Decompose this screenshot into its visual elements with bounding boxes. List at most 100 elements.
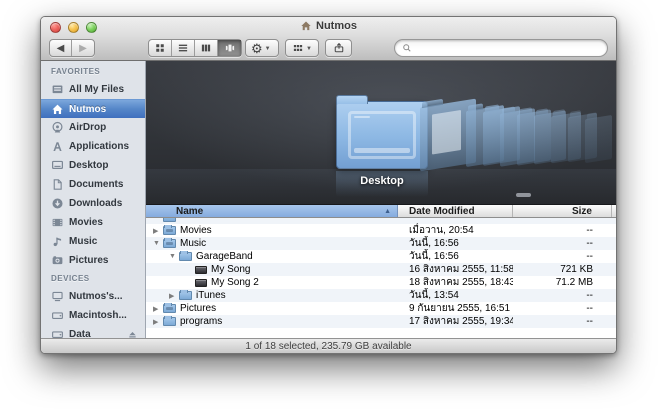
title-bar[interactable]: Nutmos (41, 17, 616, 37)
search-field[interactable] (394, 39, 608, 57)
disclosure-triangle[interactable]: ▼ (169, 253, 179, 260)
garageband-file-icon (195, 278, 207, 287)
column-header-date-modified[interactable]: Date Modified (398, 205, 513, 217)
sidebar-item-music[interactable]: Music (41, 232, 145, 251)
sidebar-item-airdrop[interactable]: AirDrop (41, 118, 145, 137)
sidebar-item-movies[interactable]: Movies (41, 213, 145, 232)
column-header-name[interactable]: Name ▲ (146, 205, 398, 217)
size-cell: -- (586, 238, 593, 249)
list-header: Name ▲ Date Modified Size (146, 205, 616, 218)
sidebar-item-label: Data (69, 329, 91, 338)
folder-music-icon (163, 238, 176, 248)
column-view-button[interactable] (195, 40, 218, 56)
sidebar-item-label: AirDrop (69, 122, 107, 133)
size-cell: -- (586, 303, 593, 314)
size-cell: 71.2 MB (555, 277, 593, 288)
file-list: ▶ Movies เมื่อวาน, 20:54 -- ▼ Music วันนี้, 16… (146, 218, 616, 338)
window-chrome: Nutmos ◀ ▶ ⚙ ▼ ▼ (41, 17, 616, 61)
sidebar-item-macintosh[interactable]: Macintosh... (41, 306, 145, 325)
name-cell: ▶ Pictures (146, 303, 398, 314)
applications-icon (51, 140, 64, 153)
table-row-garageband[interactable]: ▼ GarageBand วันนี้, 16:56 -- (146, 250, 616, 263)
main-pane: Desktop Name ▲ Date Modified Size ▶ Movi… (146, 61, 616, 338)
cover-flow-background-item[interactable] (420, 98, 476, 172)
toolbar: ◀ ▶ ⚙ ▼ ▼ (41, 37, 616, 61)
size-cell: -- (586, 316, 593, 327)
icon-view-button[interactable] (149, 40, 172, 56)
sidebar-item-label: Applications (69, 141, 130, 152)
sidebar-item-all-my-files[interactable]: All My Files (41, 80, 145, 99)
disclosure-triangle[interactable]: ▶ (153, 227, 163, 235)
desktop-folder-icon[interactable] (336, 95, 428, 169)
hard-drive-icon (51, 309, 64, 322)
folder-movies-icon (163, 225, 176, 235)
cover-flow-item-label: Desktop (360, 175, 404, 187)
file-name: GarageBand (196, 251, 253, 262)
back-button[interactable]: ◀ (50, 40, 72, 56)
arrange-menu-button[interactable]: ▼ (285, 39, 319, 57)
sidebar-item-nutmos[interactable]: Nutmos (41, 99, 145, 118)
file-name: Music (180, 238, 207, 249)
sidebar-item-label: Music (69, 236, 98, 247)
name-cell: ▼ GarageBand (146, 251, 398, 262)
cover-flow-scroll-handle[interactable] (516, 193, 531, 197)
sidebar-item-label: All My Files (69, 84, 125, 95)
disclosure-triangle[interactable]: ▶ (169, 292, 179, 300)
sidebar-item-desktop[interactable]: Desktop (41, 156, 145, 175)
view-mode-control (148, 39, 242, 57)
cover-flow-view[interactable]: Desktop (146, 61, 616, 205)
cover-flow-view-icon (224, 42, 236, 54)
status-bar: 1 of 18 selected, 235.79 GB available (41, 338, 616, 353)
desktop-background: Nutmos ◀ ▶ ⚙ ▼ ▼ FAVORITES All My Files … (0, 0, 660, 412)
size-cell: 721 KB (560, 264, 593, 275)
desktop-emblem (348, 111, 416, 159)
sidebar-item-pictures[interactable]: Pictures (41, 251, 145, 270)
garageband-file-icon (195, 265, 207, 274)
table-row-my-song[interactable]: My Song 16 สิงหาคม 2555, 11:58 721 KB (146, 263, 616, 276)
name-cell: My Song 2 (146, 277, 398, 288)
sidebar-item-documents[interactable]: Documents (41, 175, 145, 194)
folder-icon (179, 251, 192, 261)
sidebar-section-devices: DEVICES (51, 274, 90, 283)
disclosure-triangle[interactable]: ▼ (153, 240, 163, 247)
sidebar-item-label: Pictures (69, 255, 109, 266)
documents-icon (51, 178, 64, 191)
status-text: 1 of 18 selected, 235.79 GB available (245, 341, 412, 352)
column-header-size[interactable]: Size (513, 205, 612, 217)
table-row-my-song-2[interactable]: My Song 2 18 สิงหาคม 2555, 18:43 71.2 MB (146, 276, 616, 289)
disclosure-triangle[interactable]: ▶ (153, 305, 163, 313)
sidebar-item-label: Macintosh... (69, 310, 127, 321)
table-row-movies[interactable]: ▶ Movies เมื่อวาน, 20:54 -- (146, 224, 616, 237)
sidebar-item-label: Documents (69, 179, 124, 190)
sidebar: FAVORITES All My Files Nutmos AirDrop Applic… (41, 61, 146, 338)
cover-flow-view-button[interactable] (218, 40, 241, 56)
name-cell: ▶ iTunes (146, 290, 398, 301)
chevron-down-icon: ▼ (306, 46, 312, 52)
name-cell: ▼ Music (146, 238, 398, 249)
content-area: FAVORITES All My Files Nutmos AirDrop Applic… (41, 61, 616, 338)
share-button[interactable] (325, 39, 352, 57)
sidebar-item-downloads[interactable]: Downloads (41, 194, 145, 213)
file-name: iTunes (196, 290, 226, 301)
list-view-button[interactable] (172, 40, 195, 56)
eject-icon[interactable] (127, 329, 138, 338)
gear-icon: ⚙ (251, 40, 263, 56)
home-icon (300, 20, 312, 32)
table-row-music[interactable]: ▼ Music วันนี้, 16:56 -- (146, 237, 616, 250)
table-row-clipped[interactable] (146, 218, 616, 224)
sidebar-item-nutmos-s[interactable]: Nutmos's... (41, 287, 145, 306)
table-row-pictures[interactable]: ▶ Pictures 9 กันยายน 2555, 16:51 -- (146, 302, 616, 315)
disclosure-triangle[interactable]: ▶ (153, 318, 163, 326)
size-cell: -- (586, 251, 593, 262)
table-row-programs[interactable]: ▶ programs 17 สิงหาคม 2555, 19:34 -- (146, 315, 616, 328)
forward-button[interactable]: ▶ (72, 40, 94, 56)
name-cell: My Song (146, 264, 398, 275)
table-row-itunes[interactable]: ▶ iTunes วันนี้, 13:54 -- (146, 289, 616, 302)
column-header-filler (612, 205, 616, 217)
computer-icon (51, 290, 64, 303)
sidebar-item-applications[interactable]: Applications (41, 137, 145, 156)
sidebar-item-data[interactable]: Data (41, 325, 145, 338)
search-input[interactable] (412, 42, 607, 54)
action-menu-button[interactable]: ⚙ ▼ (245, 39, 279, 57)
column-view-icon (200, 42, 212, 54)
